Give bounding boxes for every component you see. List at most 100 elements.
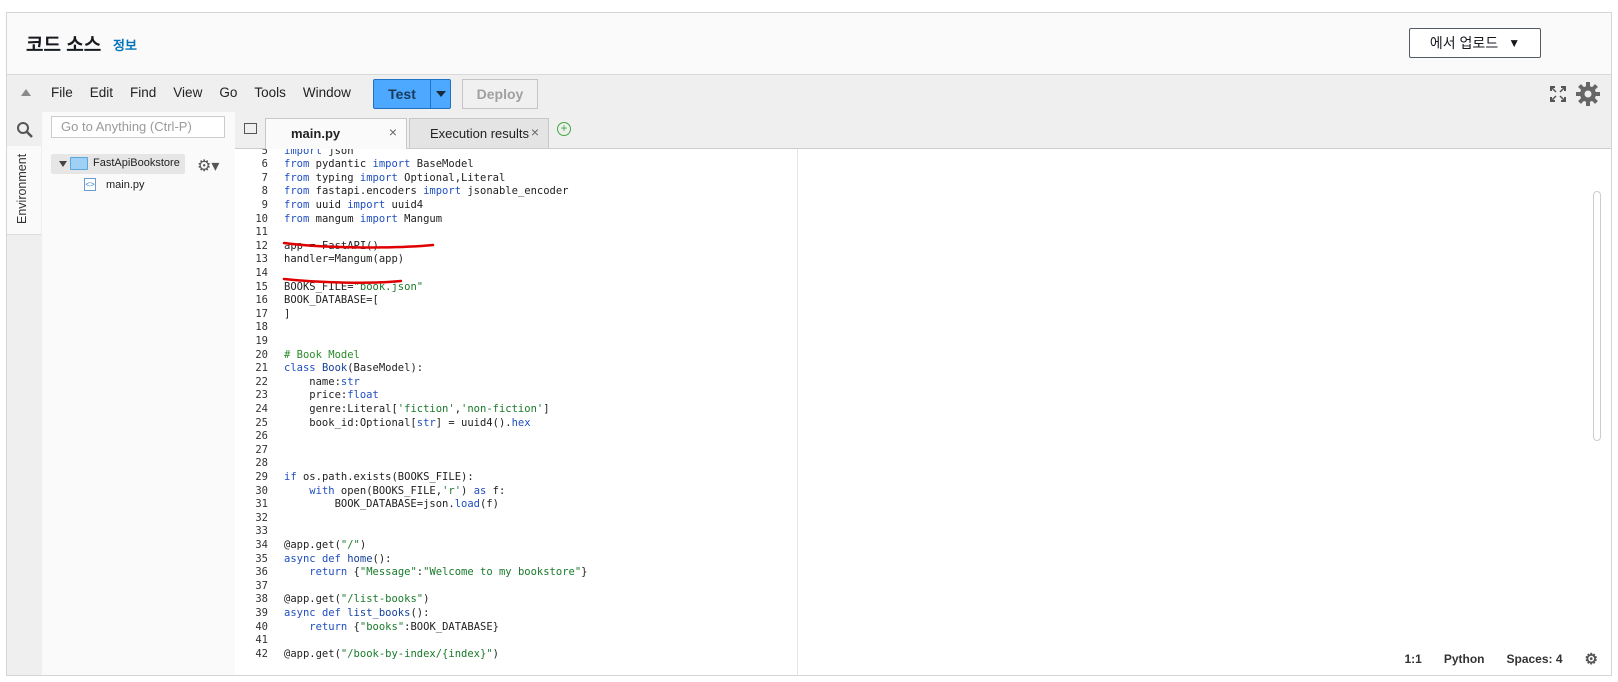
line-number: 27 [255, 443, 268, 456]
line-number: 5 [261, 149, 268, 157]
language-mode[interactable]: Python [1444, 652, 1485, 666]
collapse-up-icon[interactable] [21, 89, 31, 96]
folder-icon [70, 157, 88, 170]
close-icon[interactable]: × [389, 124, 397, 140]
test-button[interactable]: Test [373, 79, 451, 109]
code-line[interactable]: 16 BOOK_DATABASE=[ [235, 294, 378, 308]
menu-item-file[interactable]: File [51, 85, 73, 100]
code-line[interactable]: 14 [235, 267, 268, 281]
code-line[interactable]: 11 [235, 226, 268, 240]
vertical-scrollbar[interactable] [1593, 191, 1601, 441]
editor-status-bar: 1:1 Python Spaces: 4 ⚙ [1404, 649, 1598, 669]
code-line[interactable]: 29 if os.path.exists(BOOKS_FILE): [235, 471, 473, 485]
code-line[interactable]: 7 from typing import Optional,Literal [235, 172, 506, 186]
line-number: 13 [255, 253, 268, 266]
tree-settings-gear-icon[interactable]: ⚙▾ [197, 156, 219, 176]
code-line[interactable]: 21 class Book(BaseModel): [235, 362, 423, 376]
line-source: handler=Mangum(app) [284, 253, 405, 266]
code-line[interactable]: 6 from pydantic import BaseModel [235, 158, 474, 172]
line-number: 9 [261, 198, 268, 211]
cursor-position[interactable]: 1:1 [1404, 652, 1421, 666]
code-line[interactable]: 18 [235, 321, 268, 335]
test-dropdown-button[interactable] [431, 80, 450, 108]
editor-settings-gear-icon[interactable]: ⚙ [1585, 650, 1598, 668]
tab-list-icon[interactable] [244, 123, 257, 134]
add-tab-icon[interactable]: + [557, 122, 571, 136]
close-icon[interactable]: × [531, 124, 539, 140]
project-folder[interactable]: FastApiBookstore [51, 154, 185, 174]
line-number: 10 [255, 212, 268, 225]
code-line[interactable]: 35 async def home(): [235, 553, 391, 567]
code-line[interactable]: 13 handler=Mangum(app) [235, 253, 404, 267]
line-number: 15 [255, 280, 268, 293]
file-name: main.py [106, 178, 145, 191]
menu-item-go[interactable]: Go [219, 85, 237, 100]
code-line[interactable]: 10 from mangum import Mangum [235, 212, 442, 227]
lambda-code-source-panel: 코드 소스 정보 에서 업로드 ▼ File Edit Find View Go… [6, 12, 1612, 676]
menu-item-window[interactable]: Window [303, 85, 351, 100]
tab-main-py[interactable]: main.py × [265, 118, 407, 149]
code-editor[interactable]: 5 import json 6 from pydantic import BaseMo… [235, 149, 1611, 675]
line-number: 18 [255, 321, 268, 334]
code-line[interactable]: 9 from uuid import uuid4 [235, 198, 423, 213]
code-line[interactable]: 34 @app.get("/") [235, 539, 366, 553]
line-source: if os.path.exists(BOOKS_FILE): [284, 470, 474, 483]
line-source: BOOK_DATABASE=[ [284, 294, 379, 307]
code-line[interactable]: 40 return {"books":BOOK_DATABASE} [235, 621, 499, 635]
code-line[interactable]: 25 book_id:Optional[str] = uuid4().hex [235, 416, 530, 431]
code-line[interactable]: 23 price:float [235, 389, 378, 403]
menu-item-view[interactable]: View [173, 85, 202, 100]
menu-item-find[interactable]: Find [130, 85, 156, 100]
code-line[interactable]: 31 BOOK_DATABASE=json.load(f) [235, 498, 499, 512]
tab-execution-results[interactable]: Execution results × [409, 118, 549, 148]
line-source: BOOKS_FILE="book.json" [284, 280, 424, 293]
menu-item-tools[interactable]: Tools [254, 85, 286, 100]
code-line[interactable]: 26 [235, 430, 268, 444]
tab-label: Execution results [430, 126, 529, 141]
expand-arrow-icon[interactable] [59, 161, 67, 167]
code-line[interactable]: 42 @app.get("/book-by-index/{index}") [235, 648, 499, 662]
line-number: 17 [255, 307, 268, 320]
code-line[interactable]: 41 [235, 634, 268, 648]
goto-anything-input[interactable]: Go to Anything (Ctrl-P) [51, 116, 225, 138]
info-link[interactable]: 정보 [113, 35, 137, 54]
line-source: app = FastAPI() [284, 239, 379, 252]
code-line[interactable]: 5 import json [235, 149, 354, 158]
code-line[interactable]: 17] [235, 307, 290, 322]
tab-label: main.py [291, 126, 341, 141]
code-area[interactable]: 5 import json 6 from pydantic import BaseMo… [235, 149, 798, 675]
code-line[interactable]: 28 [235, 457, 268, 471]
line-number: 11 [255, 226, 268, 239]
code-line[interactable]: 24 genre:Literal['fiction','non-fiction'… [235, 402, 549, 417]
code-line[interactable]: 39 async def list_books(): [235, 607, 429, 621]
code-line[interactable]: 36 return {"Message":"Welcome to my book… [235, 566, 587, 580]
code-line[interactable]: 30 with open(BOOKS_FILE,'r') as f: [235, 485, 505, 499]
code-line[interactable]: 37 [235, 580, 268, 594]
search-icon[interactable] [16, 121, 34, 139]
code-line[interactable]: 22 name:str [235, 376, 360, 390]
settings-gear-icon[interactable] [1575, 81, 1601, 107]
upload-from-button[interactable]: 에서 업로드 ▼ [1409, 28, 1541, 58]
code-line[interactable]: 12 app = FastAPI() [235, 240, 378, 254]
file-item-main-py[interactable]: <> main.py [84, 178, 145, 191]
code-line[interactable]: 15 BOOKS_FILE="book.json" [235, 280, 423, 295]
line-number: 24 [255, 402, 268, 415]
line-number: 25 [255, 416, 268, 429]
line-source: from pydantic import BaseModel [284, 158, 474, 171]
code-line[interactable]: 20 # Book Model [235, 349, 360, 363]
deploy-button[interactable]: Deploy [462, 79, 538, 109]
code-line[interactable]: 32 [235, 512, 268, 526]
code-line[interactable]: 33 [235, 525, 268, 539]
code-line[interactable]: 19 [235, 335, 268, 349]
line-number: 23 [255, 389, 268, 402]
code-line[interactable]: 38 @app.get("/list-books") [235, 593, 429, 607]
line-number: 41 [255, 634, 268, 647]
fullscreen-icon[interactable] [1549, 85, 1567, 103]
line-source: genre:Literal['fiction','non-fiction'] [284, 402, 550, 415]
page-title: 코드 소스 [26, 35, 102, 56]
menu-item-edit[interactable]: Edit [90, 85, 113, 100]
code-line[interactable]: 27 [235, 444, 268, 458]
code-line[interactable]: 8 from fastapi.encoders import jsonable_e… [235, 185, 569, 199]
indent-setting[interactable]: Spaces: 4 [1507, 652, 1563, 666]
environment-tab[interactable]: Environment [7, 146, 41, 235]
